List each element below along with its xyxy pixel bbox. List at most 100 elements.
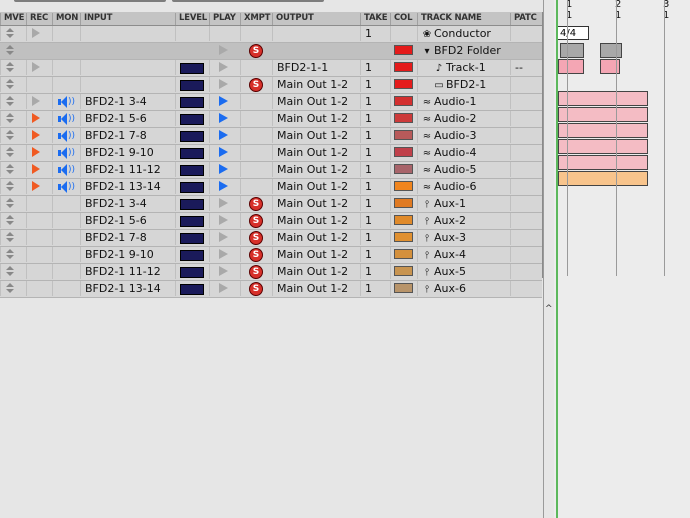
input-assign[interactable]: BFD2-1 11-12 [80, 162, 175, 177]
track-row[interactable]: )) BFD2-1 9-10 Main Out 1-2 1 ≈ Audio-4 [0, 145, 542, 162]
folder-part[interactable] [600, 43, 622, 58]
color-swatch[interactable] [394, 130, 413, 140]
color-swatch[interactable] [394, 266, 413, 276]
move-arrows-icon[interactable] [6, 198, 14, 210]
track-name[interactable]: ⫯ Aux-2 [417, 213, 510, 228]
play-arrow-icon[interactable] [219, 130, 228, 140]
monitor-toggle[interactable] [52, 60, 80, 75]
take-number[interactable]: 1 [360, 162, 390, 177]
output-assign[interactable]: Main Out 1-2 [272, 162, 360, 177]
transmit-toggle[interactable] [240, 128, 272, 143]
audio-part[interactable] [558, 107, 648, 122]
monitor-toggle[interactable] [52, 230, 80, 245]
input-assign[interactable]: BFD2-1 11-12 [80, 264, 175, 279]
track-row[interactable]: )) BFD2-1 5-6 Main Out 1-2 1 ≈ Audio-2 [0, 111, 542, 128]
move-handle[interactable] [0, 230, 26, 245]
move-handle[interactable] [0, 77, 26, 92]
color-swatch[interactable] [394, 283, 413, 293]
play-arrow-icon[interactable] [219, 62, 228, 72]
level-meter-bar[interactable] [180, 114, 204, 125]
level-meter[interactable] [175, 247, 209, 262]
play-arrow-icon[interactable] [219, 45, 228, 55]
track-color[interactable] [390, 128, 417, 143]
record-enable[interactable] [26, 281, 52, 296]
col-header-rec[interactable]: REC [26, 13, 52, 25]
take-number[interactable]: 1 [360, 281, 390, 296]
solo-s-icon[interactable]: S [249, 214, 263, 228]
move-handle[interactable] [0, 264, 26, 279]
track-row[interactable]: )) BFD2-1 13-14 Main Out 1-2 1 ≈ Audio-6 [0, 179, 542, 196]
record-enable[interactable] [26, 111, 52, 126]
audio-part[interactable] [558, 123, 648, 138]
track-name[interactable]: ⫯ Aux-5 [417, 264, 510, 279]
play-enable[interactable] [209, 264, 240, 279]
speaker-icon[interactable]: )) [58, 130, 75, 142]
monitor-toggle[interactable]: )) [52, 128, 80, 143]
record-enable[interactable] [26, 145, 52, 160]
level-meter-bar[interactable] [180, 97, 204, 108]
play-arrow-icon[interactable] [219, 283, 228, 293]
play-enable[interactable] [209, 196, 240, 211]
record-enable[interactable] [26, 264, 52, 279]
level-meter-bar[interactable] [180, 267, 204, 278]
monitor-toggle[interactable]: )) [52, 145, 80, 160]
play-enable[interactable] [209, 43, 240, 58]
track-name[interactable]: ≈ Audio-6 [417, 179, 510, 194]
input-assign[interactable]: BFD2-1 3-4 [80, 196, 175, 211]
patch[interactable] [510, 281, 542, 296]
track-color[interactable] [390, 230, 417, 245]
move-arrows-icon[interactable] [6, 164, 14, 176]
transmit-toggle[interactable]: S [240, 247, 272, 262]
play-arrow-icon[interactable] [219, 147, 228, 157]
record-enable[interactable] [26, 213, 52, 228]
track-color[interactable] [390, 281, 417, 296]
take-number[interactable] [360, 43, 390, 58]
transmit-toggle[interactable]: S [240, 43, 272, 58]
take-number[interactable]: 1 [360, 179, 390, 194]
track-name[interactable]: ≈ Audio-1 [417, 94, 510, 109]
level-meter-bar[interactable] [180, 284, 204, 295]
track-name[interactable]: ⫯ Aux-1 [417, 196, 510, 211]
move-arrows-icon[interactable] [6, 62, 14, 74]
track-row[interactable]: 1 ❀ Conductor [0, 26, 542, 43]
take-number[interactable]: 1 [360, 196, 390, 211]
solo-s-icon[interactable]: S [249, 197, 263, 211]
play-enable[interactable] [209, 247, 240, 262]
midi-part[interactable] [558, 59, 584, 74]
monitor-toggle[interactable] [52, 26, 80, 41]
play-enable[interactable] [209, 26, 240, 41]
record-enable[interactable] [26, 230, 52, 245]
patch[interactable] [510, 26, 542, 41]
patch[interactable]: -- [510, 60, 542, 75]
patch[interactable] [510, 145, 542, 160]
play-arrow-icon[interactable] [219, 215, 228, 225]
level-meter[interactable] [175, 213, 209, 228]
take-number[interactable]: 1 [360, 94, 390, 109]
track-row[interactable]: BFD2-1 7-8 S Main Out 1-2 1 ⫯ Aux-3 [0, 230, 542, 247]
output-assign[interactable]: Main Out 1-2 [272, 196, 360, 211]
col-header-col[interactable]: COL [390, 13, 417, 25]
play-arrow-icon[interactable] [219, 266, 228, 276]
col-header-output[interactable]: OUTPUT [272, 13, 360, 25]
monitor-toggle[interactable] [52, 43, 80, 58]
record-arrow-icon[interactable] [32, 28, 40, 38]
track-color[interactable] [390, 162, 417, 177]
move-handle[interactable] [0, 145, 26, 160]
take-number[interactable]: 1 [360, 247, 390, 262]
track-color[interactable] [390, 196, 417, 211]
take-number[interactable]: 1 [360, 77, 390, 92]
move-arrows-icon[interactable] [6, 96, 14, 108]
level-meter[interactable] [175, 43, 209, 58]
input-assign[interactable]: BFD2-1 9-10 [80, 247, 175, 262]
patch[interactable] [510, 43, 542, 58]
track-row[interactable]: BFD2-1-1 1 ♪ Track-1 -- [0, 60, 542, 77]
output-assign[interactable]: Main Out 1-2 [272, 213, 360, 228]
play-arrow-icon[interactable] [219, 198, 228, 208]
monitor-toggle[interactable] [52, 281, 80, 296]
speaker-icon[interactable]: )) [58, 164, 75, 176]
track-name[interactable]: ≈ Audio-5 [417, 162, 510, 177]
take-number[interactable]: 1 [360, 26, 390, 41]
track-color[interactable] [390, 247, 417, 262]
patch[interactable] [510, 264, 542, 279]
track-color[interactable] [390, 94, 417, 109]
